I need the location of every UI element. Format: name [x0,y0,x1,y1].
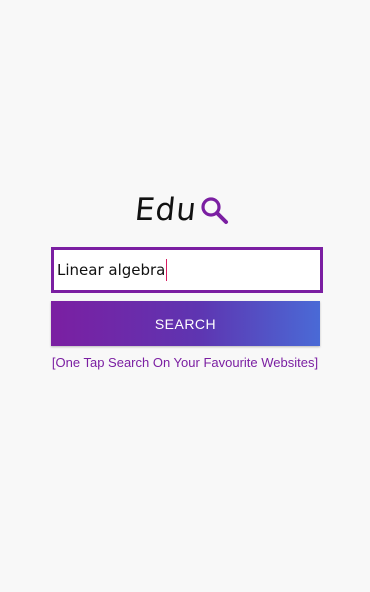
text-cursor [166,259,168,281]
magnifier-icon [201,197,228,224]
search-input[interactable]: Linear algebra [57,261,165,279]
search-button[interactable]: SEARCH [51,301,320,346]
logo-text: Edu [133,192,199,228]
search-field[interactable]: Linear algebra [51,247,323,293]
app-screen: Edu Linear algebra SEARCH [One Tap Searc… [0,0,370,592]
app-logo: Edu [133,190,231,230]
tagline-link[interactable]: [One Tap Search On Your Favourite Websit… [0,355,370,370]
